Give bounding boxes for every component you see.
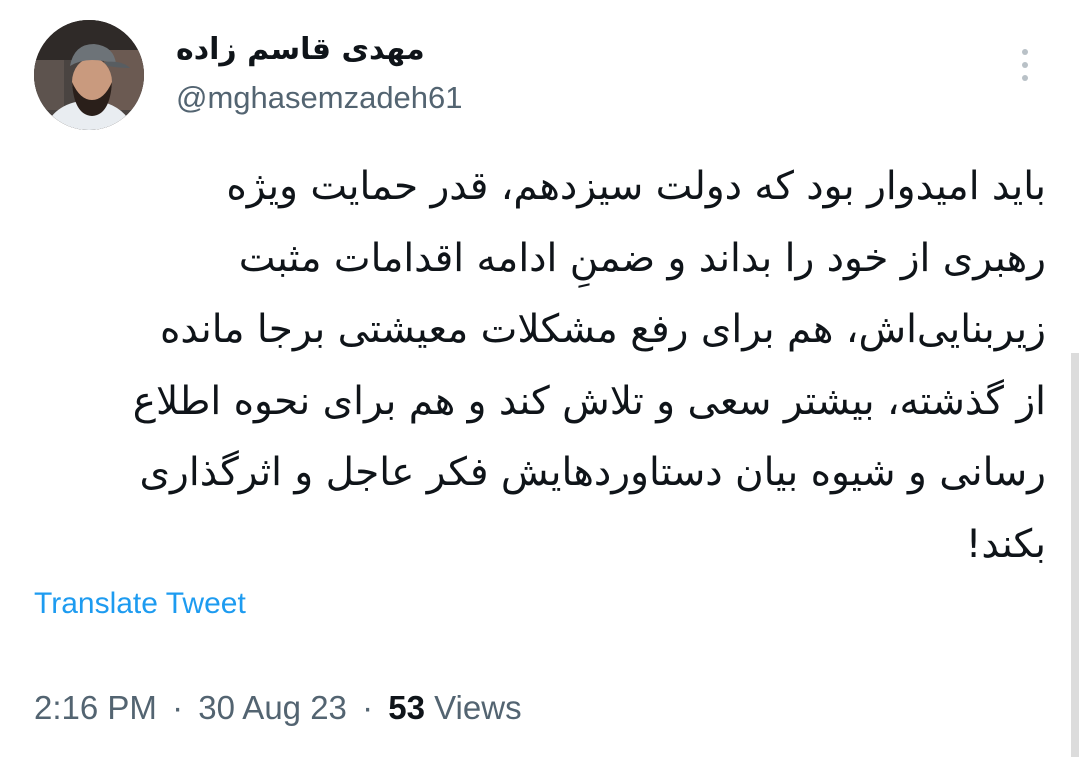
scrollbar[interactable] <box>1071 353 1079 757</box>
translate-tweet-link[interactable]: Translate Tweet <box>34 584 246 624</box>
tweet-text-line: باید امیدوار بود که دولت سیزدهم، قدر حما… <box>226 164 1046 209</box>
more-vertical-icon <box>1022 49 1028 55</box>
author-display-name[interactable]: مهدی قاسم زاده <box>176 30 425 70</box>
more-vertical-icon-dot <box>1022 75 1028 81</box>
avatar-photo <box>34 20 144 130</box>
tweet-text-line: از گذشته، بیشتر سعی و تلاش کند و هم برای… <box>132 378 1046 424</box>
tweet-text-line: رسانی و شیوه بیان دستاوردهایش فکر عاجل و… <box>139 450 1046 495</box>
tweet-text-line: رهبری از خود را بداند و ضمنِ ادامه اقدام… <box>238 235 1046 281</box>
tweet-time[interactable]: 2:16 PM <box>34 689 157 726</box>
tweet-card: مهدی قاسم زاده @mghasemzadeh61 باید امید… <box>0 0 1080 757</box>
more-options-button[interactable] <box>1008 42 1042 88</box>
meta-separator: · <box>172 689 184 726</box>
avatar[interactable] <box>34 20 144 130</box>
tweet-meta: 2:16 PM · 30 Aug 23 · 53 Views <box>34 686 522 730</box>
tweet-text-line: بکند! <box>965 521 1046 567</box>
views-label[interactable]: Views <box>434 689 521 726</box>
tweet-text: باید امیدوار بود که دولت سیزدهم، قدر حما… <box>34 151 1046 580</box>
author-handle[interactable]: @mghasemzadeh61 <box>176 78 463 118</box>
more-vertical-icon-dot <box>1022 62 1028 68</box>
meta-separator: · <box>362 689 374 726</box>
tweet-text-line: زیربنایی‌اش، هم برای رفع مشکلات معیشتی ب… <box>159 307 1046 352</box>
tweet-date[interactable]: 30 Aug 23 <box>198 689 347 726</box>
views-count[interactable]: 53 <box>388 689 425 726</box>
